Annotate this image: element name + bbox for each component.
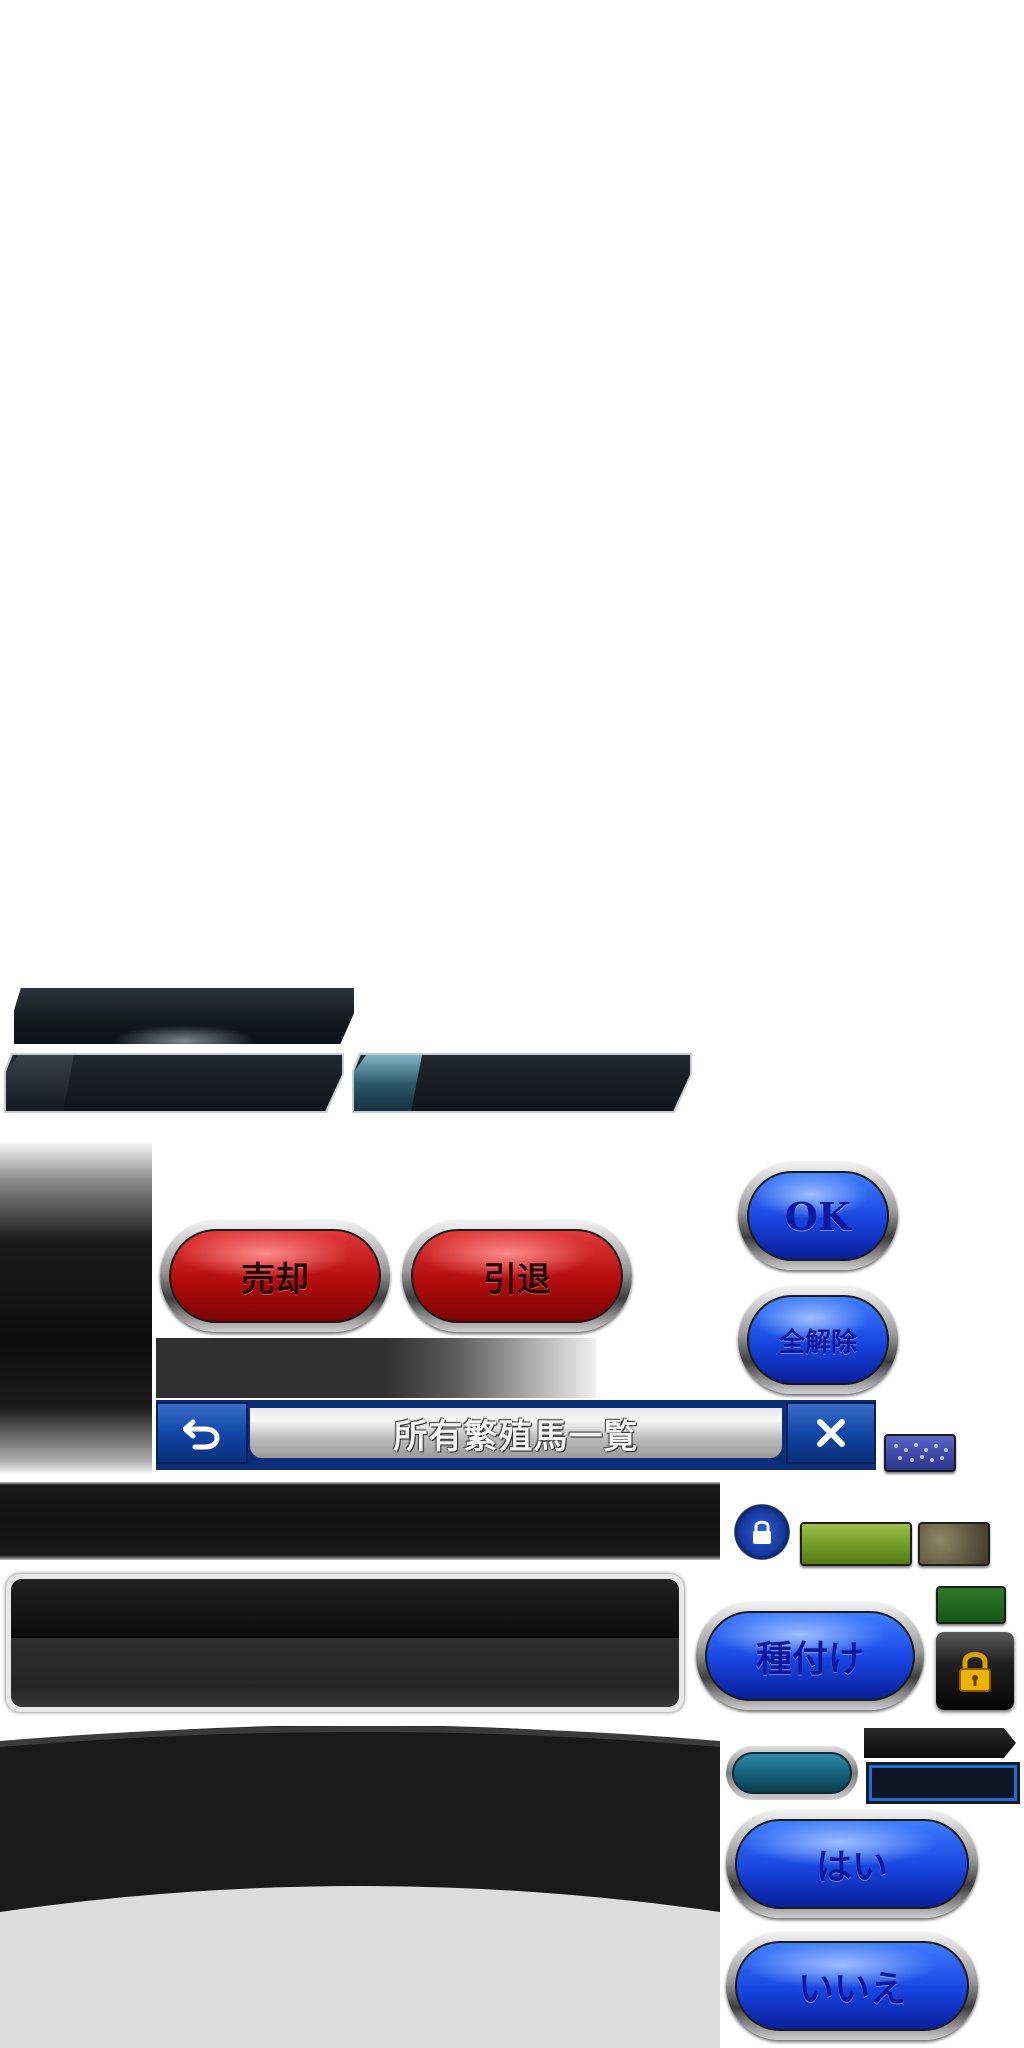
rain-button[interactable] [884,1434,956,1472]
green-swatch [800,1522,912,1566]
yes-button[interactable]: はい [726,1810,978,1918]
blue-frame-bar [866,1762,1020,1804]
retire-button[interactable]: 引退 [402,1220,632,1332]
tab-bar-active[interactable] [352,1053,692,1113]
vertical-gradient-strip [0,1140,152,1475]
lock-icon [753,1520,771,1544]
clear-all-label: 全解除 [778,1327,857,1358]
padlock-button[interactable] [936,1632,1014,1710]
no-label: いいえ [797,1968,906,2010]
rain-icon [894,1443,948,1462]
back-arrow-icon [183,1419,220,1450]
close-button[interactable] [786,1402,876,1464]
no-button[interactable]: いいえ [726,1932,978,2040]
padlock-icon [959,1652,991,1692]
sell-label: 売却 [241,1259,309,1300]
tab-chip [6,1055,74,1111]
dark-list-bar [0,1482,720,1560]
retire-label: 引退 [483,1259,551,1300]
back-button[interactable] [156,1402,248,1464]
header-title-plate: 所有繁殖馬一覧 [250,1408,782,1458]
dark-title-bar [14,988,354,1044]
sell-button[interactable]: 売却 [160,1220,390,1332]
close-icon [817,1419,845,1447]
stone-swatch [918,1522,990,1566]
dark-fade-bar [156,1338,596,1398]
header-bar: 所有繁殖馬一覧 [156,1400,876,1470]
curved-panel [0,1726,720,2048]
ok-label: OK [784,1193,852,1239]
clear-all-button[interactable]: 全解除 [738,1286,898,1394]
tab-chip-active [354,1055,422,1111]
breed-label: 種付け [755,1638,864,1680]
breed-button[interactable]: 種付け [696,1602,924,1710]
ok-button[interactable]: OK [738,1162,898,1270]
dark-rounded-panel [6,1574,684,1712]
tab-bar-inactive[interactable] [4,1053,344,1113]
lock-toggle[interactable] [734,1504,790,1560]
yes-label: はい [815,1846,888,1888]
page-title: 所有繁殖馬一覧 [393,1416,639,1457]
teal-pill [726,1746,858,1800]
dark-green-swatch [936,1586,1006,1624]
arrow-bar [864,1728,1016,1758]
